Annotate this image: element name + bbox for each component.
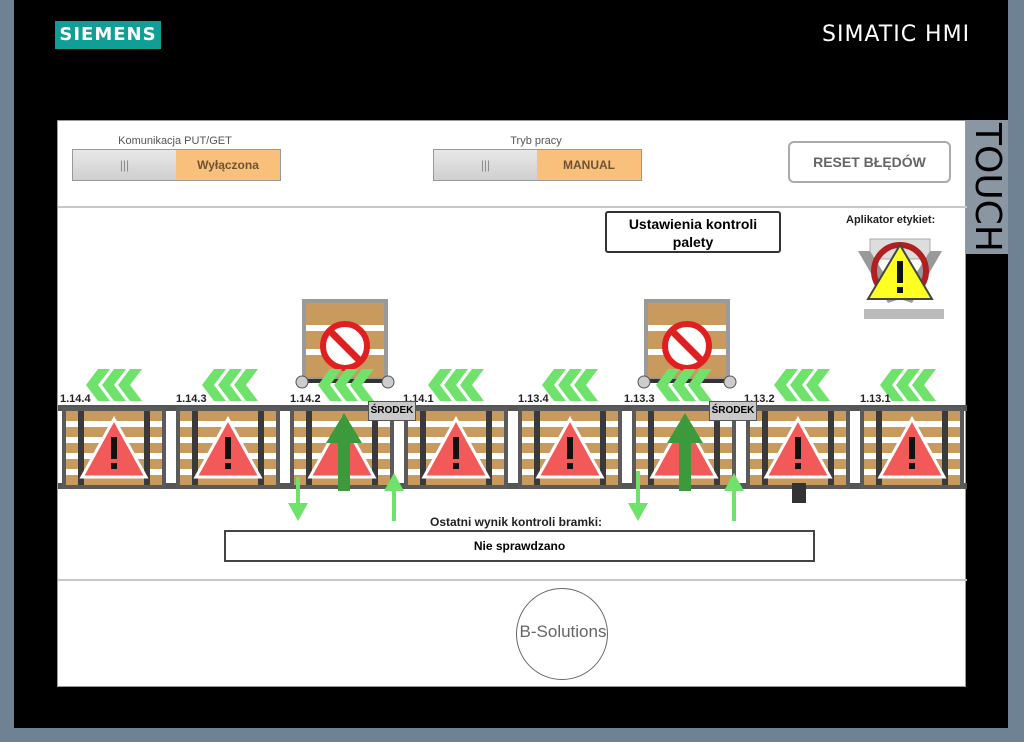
product-title: SIMATIC HMI — [822, 22, 971, 47]
direction-arrow-icon — [774, 369, 830, 401]
pallet-1-14-1 — [402, 405, 510, 491]
pallet-1-13-1 — [858, 405, 966, 491]
direction-arrow-icon — [542, 369, 598, 401]
result-label: Ostatni wynik kontroli bramki: — [430, 515, 603, 529]
pallet-1-13-4 — [516, 405, 624, 491]
label-applicator-icon — [858, 238, 944, 319]
center-button-right[interactable]: ŚRODEK — [709, 401, 757, 421]
b-solutions-text: B-Solutions — [519, 622, 607, 641]
direction-arrow-icon — [428, 369, 484, 401]
center-button-left[interactable]: ŚRODEK — [368, 401, 416, 421]
position-label: 1.14.2 — [290, 393, 321, 405]
result-value: Nie sprawdzano — [224, 530, 815, 562]
lifted-pallet-right — [644, 299, 730, 381]
position-label: 1.14.3 — [176, 393, 207, 405]
pallet-1-14-4 — [60, 405, 168, 491]
direction-arrow-icon — [202, 369, 258, 401]
position-label: 1.14.4 — [60, 393, 91, 405]
hmi-screen: Komunikacja PUT/GET ||| Wyłączona Tryb p… — [57, 120, 967, 687]
pallet-1-13-2 — [744, 405, 852, 491]
position-label: 1.13.4 — [518, 393, 549, 405]
direction-arrow-icon — [656, 369, 712, 401]
lifted-pallet-left — [302, 299, 388, 381]
pallet-1-14-3 — [174, 405, 282, 491]
siemens-logo: SIEMENS — [55, 21, 161, 49]
touch-label: TOUCH — [966, 120, 1008, 254]
direction-arrow-icon — [86, 369, 142, 401]
position-label: 1.13.3 — [624, 393, 655, 405]
position-label: 1.13.1 — [860, 393, 891, 405]
